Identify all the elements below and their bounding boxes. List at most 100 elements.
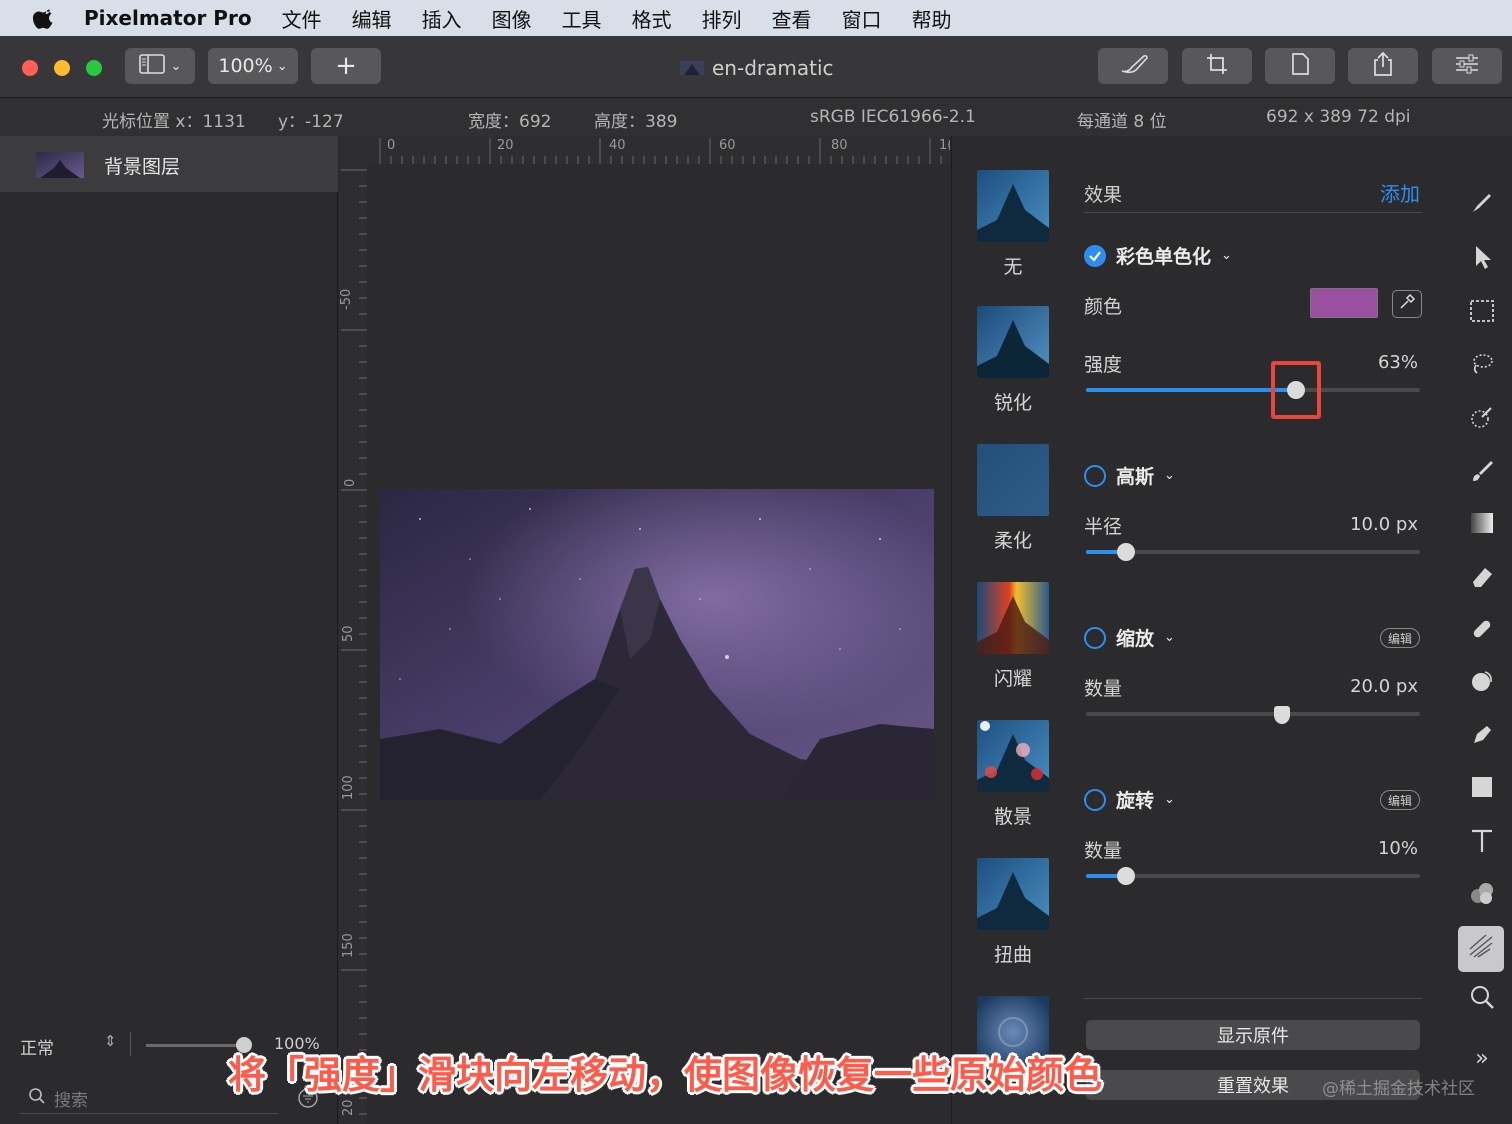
color-adjust-tool[interactable] (1466, 668, 1498, 700)
share-button[interactable] (1348, 48, 1418, 84)
zoom-window-button[interactable] (86, 60, 102, 76)
adjust-button[interactable] (1432, 48, 1502, 84)
apple-icon[interactable] (32, 6, 60, 30)
gradient-tool[interactable] (1466, 510, 1498, 542)
gaussian-checkbox[interactable] (1084, 464, 1106, 487)
sliders-icon (1454, 53, 1480, 80)
menu-tools[interactable]: 工具 (562, 4, 602, 33)
show-original-button[interactable]: 显示原件 (1086, 1020, 1420, 1050)
arrange-tool[interactable] (1466, 244, 1498, 276)
gaussian-header[interactable]: 高斯 ⌄ (1084, 462, 1175, 489)
menu-window[interactable]: 窗口 (842, 4, 882, 33)
color-mono-checkbox[interactable] (1084, 244, 1106, 267)
rotate-checkbox[interactable] (1084, 788, 1106, 811)
menu-view[interactable]: 查看 (772, 4, 812, 33)
menu-insert[interactable]: 插入 (422, 4, 462, 33)
shape-tool[interactable] (1466, 774, 1498, 806)
format-button[interactable] (1265, 48, 1335, 84)
menu-help[interactable]: 帮助 (912, 4, 952, 33)
ruler-tick-label: 60 (719, 138, 736, 153)
square-icon (1470, 775, 1494, 805)
zoom-edit-button[interactable]: 编辑 (1380, 628, 1420, 648)
crop-button[interactable] (1182, 48, 1252, 84)
color-fill-tool[interactable] (1466, 880, 1498, 912)
selection-tool[interactable] (1466, 298, 1498, 330)
smart-selection-tool[interactable] (1466, 404, 1498, 436)
cursor-y-readout: y：-127 (278, 112, 344, 132)
intensity-slider[interactable] (1086, 361, 1420, 419)
radius-slider-knob[interactable] (1117, 543, 1135, 561)
pen-tool[interactable] (1466, 722, 1498, 754)
menu-format[interactable]: 格式 (632, 4, 672, 33)
menu-arrange[interactable]: 排列 (702, 4, 742, 33)
effects-tool[interactable] (1458, 926, 1504, 972)
effect-preset-soften[interactable]: 柔化 (977, 444, 1049, 553)
effect-settings-panel: 效果 添加 彩色单色化 ⌄ 颜色 强度 63% 高斯 ⌄ 半径 10.0 px … (1062, 136, 1452, 1124)
rotate-header[interactable]: 旋转 ⌄ (1084, 786, 1175, 813)
sidebar-toggle-button[interactable]: ⌄ (125, 48, 195, 84)
rotate-edit-button[interactable]: 编辑 (1380, 790, 1420, 810)
color-swatch[interactable] (1310, 288, 1378, 318)
effect-preset-none[interactable]: 无 (977, 170, 1049, 279)
effects-section-title: 效果 (1084, 184, 1123, 206)
zoom-effect-header[interactable]: 缩放 ⌄ (1084, 624, 1175, 651)
effect-preset-bokeh[interactable]: 散景 (977, 720, 1049, 829)
effect-thumbnail (977, 582, 1049, 654)
menu-edit[interactable]: 编辑 (352, 4, 392, 33)
info-bar: 光标位置 x：1131 y：-127 宽度：692 高度：389 sRGB IE… (0, 98, 1512, 136)
repair-tool[interactable] (1466, 616, 1498, 648)
zoom-amount-slider[interactable] (1086, 706, 1420, 724)
effect-preset-distort[interactable]: 扭曲 (977, 858, 1049, 967)
style-tool[interactable] (1466, 190, 1498, 222)
document-icon (1290, 52, 1310, 81)
rotate-slider-knob[interactable] (1117, 867, 1135, 885)
effect-preset-sharpen[interactable]: 锐化 (977, 306, 1049, 415)
radius-slider[interactable] (1086, 543, 1420, 561)
layer-thumbnail (36, 152, 84, 178)
chevron-down-icon: ⌄ (1164, 468, 1175, 483)
add-button[interactable]: + (311, 48, 381, 84)
intensity-label: 强度 (1084, 354, 1123, 376)
color-profile-readout: sRGB IEC61966-2.1 (810, 107, 976, 127)
eyedropper-button[interactable] (1392, 290, 1422, 318)
canvas-area[interactable]: 0 20 40 60 80 1( -50 0 50 100 150 20 (339, 136, 950, 1124)
erase-tool[interactable] (1466, 564, 1498, 596)
zoom-amount-value: 20.0 px (1350, 676, 1418, 697)
rotate-title: 旋转 (1116, 790, 1155, 812)
cursor-x-readout: 光标位置 x：1131 (102, 112, 246, 132)
zoom-amount-slider-knob[interactable] (1274, 706, 1290, 724)
zoom-effect-checkbox[interactable] (1084, 626, 1106, 649)
app-name-menu[interactable]: Pixelmator Pro (84, 6, 252, 30)
menu-file[interactable]: 文件 (282, 4, 322, 33)
layer-row[interactable]: 背景图层 (0, 136, 338, 192)
document-image[interactable] (380, 489, 934, 800)
color-dots-icon (1469, 880, 1495, 912)
zoom-tool[interactable] (1466, 984, 1498, 1016)
updown-chevron-icon[interactable]: ⇕ (104, 1032, 117, 1050)
menu-image[interactable]: 图像 (492, 4, 532, 33)
layer-name: 背景图层 (104, 156, 181, 178)
rotate-amount-slider[interactable] (1086, 867, 1420, 885)
zoom-dropdown[interactable]: 100% ⌄ (208, 48, 298, 84)
divider (1084, 212, 1422, 213)
effect-thumbnail (977, 170, 1049, 242)
tools-toggle-button[interactable] (1098, 48, 1168, 84)
type-tool[interactable] (1466, 828, 1498, 860)
ruler-tick-label: 40 (609, 138, 626, 153)
brush-icon (1469, 458, 1495, 490)
color-mono-header[interactable]: 彩色单色化 ⌄ (1084, 242, 1232, 269)
width-readout: 宽度：692 (468, 112, 552, 132)
effect-thumbnail (977, 858, 1049, 930)
lasso-tool[interactable] (1466, 350, 1498, 382)
divider (130, 1032, 131, 1056)
paint-brush-icon (1469, 190, 1495, 222)
minimize-window-button[interactable] (54, 60, 70, 76)
more-tools-button[interactable]: » (1466, 1042, 1498, 1074)
close-window-button[interactable] (22, 60, 38, 76)
effect-preset-shine[interactable]: 闪耀 (977, 582, 1049, 691)
radius-label: 半径 (1084, 516, 1123, 538)
blend-mode-select[interactable]: 正常 (20, 1034, 54, 1059)
paint-tool[interactable] (1466, 458, 1498, 490)
share-icon (1372, 51, 1394, 82)
add-effect-button[interactable]: 添加 (1380, 178, 1420, 207)
